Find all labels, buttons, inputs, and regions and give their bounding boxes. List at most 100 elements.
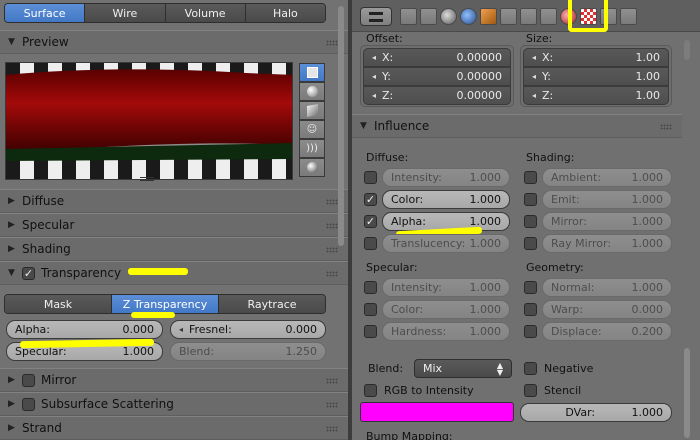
preview-world-sphere-button[interactable] [299, 158, 325, 177]
offset-y-field[interactable]: ◂ Y: 0.00000 [363, 67, 511, 86]
fresnel-field[interactable]: ◂ Fresnel: 0.000 [170, 320, 326, 339]
diffuse-panel-header[interactable]: ▶ Diffuse [0, 189, 348, 213]
preview-panel-header[interactable]: ▼ Preview [0, 30, 348, 54]
translucency-checkbox[interactable] [364, 237, 377, 250]
specular-panel-header[interactable]: ▶ Specular [0, 213, 348, 237]
ambient-checkbox[interactable] [524, 171, 537, 184]
diffuse-intensity-field[interactable]: Intensity: 1.000 [382, 168, 510, 187]
size-z-field[interactable]: ◂ Z: 1.00 [523, 86, 669, 105]
strand-title: Strand [22, 421, 62, 435]
drag-grip-icon[interactable] [326, 40, 338, 46]
object-icon[interactable] [480, 8, 497, 25]
arrow-left-icon[interactable]: ◂ [532, 53, 542, 62]
mode-z-transparency[interactable]: Z Transparency [112, 295, 219, 313]
drag-grip-icon[interactable] [326, 199, 338, 205]
warp-checkbox[interactable] [524, 303, 537, 316]
influence-panel-header[interactable]: ▼ Influence [352, 114, 682, 138]
updown-arrows-icon: ▲ ▼ [496, 360, 503, 377]
arrow-left-icon[interactable]: ◂ [372, 72, 382, 81]
left-scrollbar[interactable] [338, 6, 344, 246]
drag-grip-icon[interactable] [326, 426, 338, 432]
tab-surface[interactable]: Surface [5, 4, 86, 22]
tab-volume[interactable]: Volume [165, 4, 246, 22]
preview-hair-button[interactable]: ))) [299, 139, 325, 158]
size-y-field[interactable]: ◂ Y: 1.00 [523, 67, 669, 86]
shading-ambient-field[interactable]: Ambient: 1.000 [542, 168, 672, 187]
constraints-icon[interactable] [500, 8, 517, 25]
specular-hardness-field[interactable]: Hardness: 1.000 [382, 322, 510, 341]
intensity-checkbox[interactable] [364, 171, 377, 184]
preview-monkey-button[interactable]: ☺ [299, 120, 325, 139]
shading-ray-mirror-field[interactable]: Ray Mirror: 1.000 [542, 234, 672, 253]
drag-grip-icon[interactable] [660, 124, 672, 130]
arrow-left-icon[interactable]: ◂ [372, 91, 382, 100]
sss-title: Subsurface Scattering [41, 397, 174, 411]
drag-grip-icon[interactable] [326, 223, 338, 229]
negative-checkbox[interactable] [524, 362, 537, 375]
sss-checkbox[interactable] [22, 397, 35, 411]
strand-panel-header[interactable]: ▶ Strand [0, 416, 348, 440]
shading-panel-header[interactable]: ▶ Shading [0, 237, 348, 261]
mirror-panel-header[interactable]: ▶ Mirror [0, 368, 348, 392]
arrow-left-icon[interactable]: ◂ [179, 325, 189, 334]
right-scrollbar[interactable] [684, 348, 690, 438]
world-icon[interactable] [460, 8, 477, 25]
render-icon[interactable] [400, 8, 417, 25]
geometry-warp-field[interactable]: Warp: 0.000 [542, 300, 672, 319]
arrow-left-icon[interactable]: ◂ [532, 91, 542, 100]
editor-type-menu[interactable] [360, 7, 392, 26]
ray-mirror-checkbox[interactable] [524, 237, 537, 250]
color-checkbox[interactable]: ✓ [364, 193, 377, 206]
rgb-to-intensity-checkbox[interactable] [364, 384, 377, 397]
arrow-left-icon[interactable]: ◂ [372, 53, 382, 62]
modifiers-wrench-icon[interactable] [520, 8, 537, 25]
geometry-displace-field[interactable]: Displace: 0.200 [542, 322, 672, 341]
tab-wire[interactable]: Wire [85, 4, 166, 22]
normal-checkbox[interactable] [524, 281, 537, 294]
drag-grip-icon[interactable] [326, 271, 338, 277]
preview-sphere-button[interactable] [299, 82, 325, 101]
alpha-field[interactable]: Alpha: 0.000 [6, 320, 163, 339]
field-label: Ray Mirror: [551, 237, 612, 250]
preview-cube-button[interactable] [299, 101, 325, 120]
blend-type-dropdown[interactable]: Mix ▲ ▼ [414, 359, 512, 378]
hardness-checkbox[interactable] [364, 325, 377, 338]
mode-raytrace[interactable]: Raytrace [219, 295, 325, 313]
object-data-icon[interactable] [540, 8, 557, 25]
diffuse-translucency-field[interactable]: Translucency: 1.000 [382, 234, 510, 253]
preview-resize-handle[interactable] [140, 177, 154, 181]
alpha-checkbox[interactable]: ✓ [364, 215, 377, 228]
transparency-checkbox[interactable]: ✓ [22, 266, 35, 280]
spec-intensity-checkbox[interactable] [364, 281, 377, 294]
geometry-normal-field[interactable]: Normal: 1.000 [542, 278, 672, 297]
color-swatch[interactable] [360, 402, 514, 422]
diffuse-color-field[interactable]: Color: 1.000 [382, 190, 510, 209]
emit-checkbox[interactable] [524, 193, 537, 206]
specular-color-field[interactable]: Color: 1.000 [382, 300, 510, 319]
spec-color-checkbox[interactable] [364, 303, 377, 316]
drag-grip-icon[interactable] [326, 402, 338, 408]
mirror-checkbox[interactable] [524, 215, 537, 228]
mode-mask[interactable]: Mask [5, 295, 112, 313]
offset-x-field[interactable]: ◂ X: 0.00000 [363, 48, 511, 67]
preview-flat-button[interactable] [299, 63, 325, 82]
arrow-left-icon[interactable]: ◂ [532, 72, 542, 81]
mirror-checkbox[interactable] [22, 373, 35, 387]
specular-intensity-field[interactable]: Intensity: 1.000 [382, 278, 510, 297]
sss-panel-header[interactable]: ▶ Subsurface Scattering [0, 392, 348, 416]
drag-grip-icon[interactable] [326, 378, 338, 384]
blend-field[interactable]: Blend: 1.250 [170, 342, 326, 361]
drag-grip-icon[interactable] [326, 247, 338, 253]
stencil-checkbox[interactable] [524, 384, 537, 397]
offset-z-field[interactable]: ◂ Z: 0.00000 [363, 86, 511, 105]
shading-emit-field[interactable]: Emit: 1.000 [542, 190, 672, 209]
dvar-field[interactable]: DVar: 1.000 [520, 403, 672, 422]
field-label: Color: [391, 193, 424, 206]
displace-checkbox[interactable] [524, 325, 537, 338]
scene-icon[interactable] [440, 8, 457, 25]
physics-icon[interactable] [620, 8, 637, 25]
size-x-field[interactable]: ◂ X: 1.00 [523, 48, 669, 67]
tab-halo[interactable]: Halo [245, 4, 325, 22]
render-layers-icon[interactable] [420, 8, 437, 25]
shading-mirror-field[interactable]: Mirror: 1.000 [542, 212, 672, 231]
